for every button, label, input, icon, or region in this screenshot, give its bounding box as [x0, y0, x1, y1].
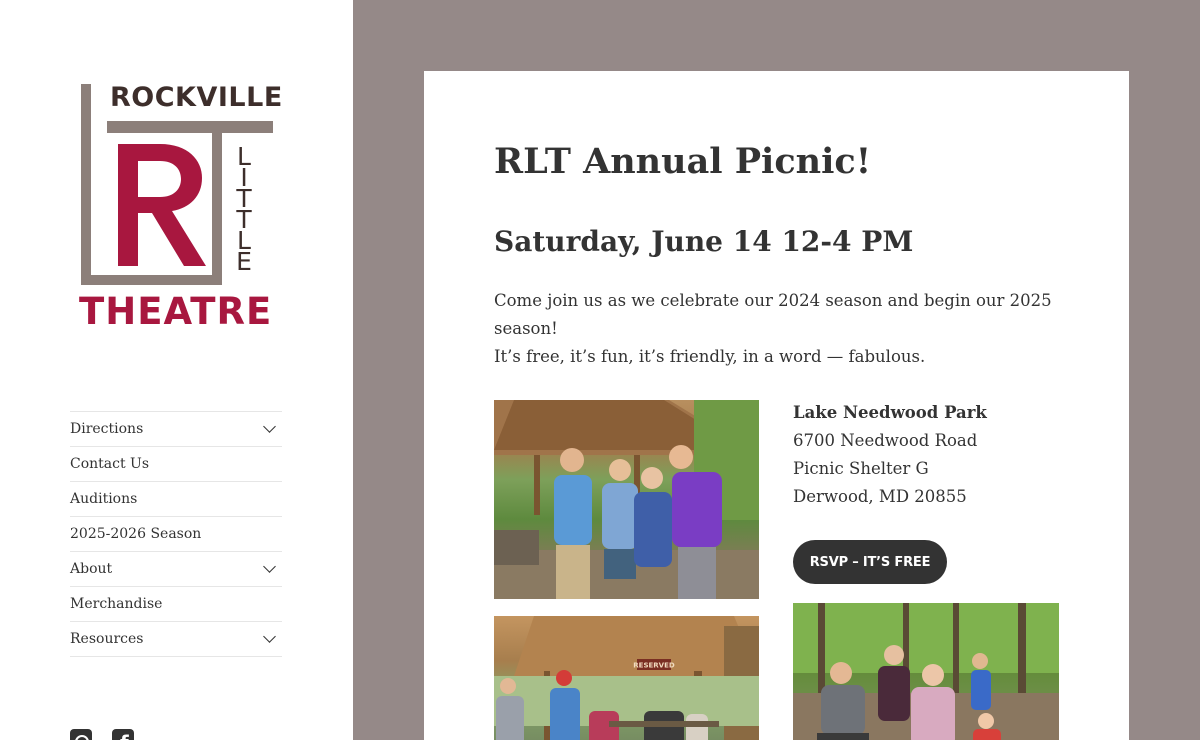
- nav-item-directions[interactable]: Directions: [70, 412, 282, 447]
- event-date-heading: Saturday, June 14 12-4 PM: [494, 225, 914, 258]
- venue-street: 6700 Needwood Road: [793, 431, 978, 450]
- nav-item-label: About: [70, 561, 113, 577]
- facebook-icon[interactable]: [112, 729, 134, 740]
- social-links: [70, 729, 134, 740]
- logo-t-stem: [212, 133, 222, 285]
- event-address: Lake Needwood Park 6700 Needwood Road Pi…: [793, 399, 987, 511]
- logo-t-bar: [107, 121, 273, 133]
- nav-item-merchandise[interactable]: Merchandise: [70, 587, 282, 622]
- chevron-down-icon[interactable]: [263, 560, 276, 573]
- rsvp-button[interactable]: RSVP – IT’S FREE: [793, 540, 947, 584]
- logo-side-letter: E: [236, 247, 252, 276]
- post-card: RLT Annual Picnic! Saturday, June 14 12-…: [424, 71, 1129, 740]
- nav-item-label: Merchandise: [70, 596, 163, 612]
- sidebar: ROCKVILLE L I T T L E THEATRE Directions…: [0, 0, 353, 740]
- logo-bar-horizontal: [81, 275, 218, 285]
- venue-shelter: Picnic Shelter G: [793, 459, 929, 478]
- reserved-sign: RESERVED: [633, 662, 675, 670]
- nav-item-label: Resources: [70, 631, 144, 647]
- photo-scene: RESERVED: [494, 616, 759, 740]
- instagram-icon[interactable]: [70, 729, 92, 740]
- nav-item-label: Contact Us: [70, 456, 150, 472]
- logo-bar-vertical: [81, 84, 91, 284]
- photo-scene: [494, 400, 759, 599]
- post-title: RLT Annual Picnic!: [494, 141, 872, 182]
- picnic-photo-group: [494, 400, 759, 599]
- nav-item-auditions[interactable]: Auditions: [70, 482, 282, 517]
- logo-side-text: L I T T L E: [229, 144, 259, 286]
- intro-line: Come join us as we celebrate our 2024 se…: [494, 291, 1052, 338]
- logo-top-text: ROCKVILLE: [110, 82, 283, 113]
- photo-scene: [793, 603, 1059, 740]
- chevron-down-icon[interactable]: [263, 420, 276, 433]
- intro-line: It’s free, it’s fun, it’s friendly, in a…: [494, 347, 926, 366]
- post-intro: Come join us as we celebrate our 2024 se…: [494, 287, 1059, 371]
- nav-item-label: 2025-2026 Season: [70, 526, 202, 542]
- nav-item-label: Auditions: [70, 491, 138, 507]
- nav-item-about[interactable]: About: [70, 552, 282, 587]
- logo-bottom-text: THEATRE: [79, 290, 273, 333]
- nav-item-resources[interactable]: Resources: [70, 622, 282, 657]
- picnic-photo-shelter: RESERVED: [494, 616, 759, 740]
- venue-city: Derwood, MD 20855: [793, 487, 967, 506]
- nav-item-label: Directions: [70, 421, 144, 437]
- chevron-down-icon[interactable]: [263, 630, 276, 643]
- site-logo[interactable]: ROCKVILLE L I T T L E THEATRE: [79, 82, 282, 333]
- nav-item-season[interactable]: 2025-2026 Season: [70, 517, 282, 552]
- nav-item-contact-us[interactable]: Contact Us: [70, 447, 282, 482]
- picnic-photo-seated: [793, 603, 1059, 740]
- logo-r-letter: [118, 144, 206, 266]
- venue-name: Lake Needwood Park: [793, 403, 987, 422]
- main-nav: Directions Contact Us Auditions 2025-202…: [70, 411, 282, 657]
